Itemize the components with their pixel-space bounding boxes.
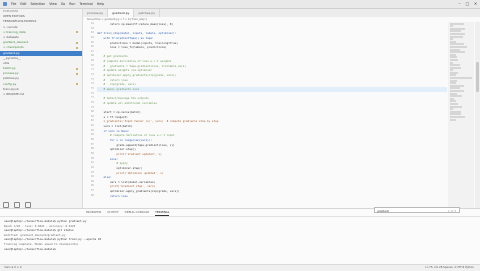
menu-item-go[interactable]: Go: [61, 2, 65, 6]
line-number: 98: [90, 193, 94, 197]
modified-indicator: [76, 31, 78, 34]
terminal[interactable]: user@laptop:~/tensorflow-models$ python …: [0, 217, 480, 251]
menu-item-selection[interactable]: Selection: [31, 2, 46, 6]
menu-item-run[interactable]: Run: [69, 2, 75, 6]
modified-indicator: [76, 67, 78, 70]
panel-tab-terminal[interactable]: TERMINAL: [155, 209, 170, 216]
vertical-scrollbar[interactable]: [475, 22, 480, 208]
maximize-icon[interactable]: □: [465, 1, 470, 6]
panel-tab-output[interactable]: OUTPUT: [107, 209, 118, 216]
minimap[interactable]: [448, 22, 474, 208]
explorer-sidebar: EXPLORER OPEN EDITORS TENSORFLOW-MODELS > .…: [0, 9, 83, 208]
bottom-panel: PROBLEMS OUTPUT DEBUG CONSOLE TERMINAL user…: [0, 208, 480, 271]
close-icon[interactable]: ✕: [473, 1, 478, 6]
scrollbar-thumb[interactable]: [476, 62, 479, 92]
modified-indicator: [76, 83, 78, 86]
status-left[interactable]: main ⊗ 0 ⚠ 0: [4, 265, 22, 271]
modified-indicator: [76, 41, 78, 44]
terminal-line: user@laptop:~/tensorflow-models$: [4, 246, 58, 251]
status-right[interactable]: Ln 75, Col 28 Spaces: 4 UTF-8 Python: [425, 265, 474, 271]
new-file-icon[interactable]: [3, 201, 9, 208]
tab-gradient-py[interactable]: gradient.py: [108, 9, 135, 17]
line-number-gutter: 61 62 63 64 65 66 67 68 69 70 71 72 73 74 75 76 77 78 79 80…: [83, 22, 96, 208]
app-icon: [3, 2, 7, 6]
tab-patches-py[interactable]: patches.py: [134, 9, 160, 17]
code-line[interactable]: return loss: [97, 194, 447, 199]
menu-item-edit[interactable]: Edit: [20, 2, 26, 6]
sidebar-actions: [0, 201, 82, 208]
modified-indicator: [76, 72, 78, 75]
menu-bar: File Edit Selection View Go Run Terminal Help: [0, 0, 104, 8]
menu-item-terminal[interactable]: Terminal: [79, 2, 92, 6]
modified-indicator: [76, 46, 78, 49]
refresh-icon[interactable]: [25, 201, 31, 208]
code-area[interactable]: return np.mean(tf.reduce_mean(loss), 0) d…: [97, 22, 447, 198]
panel-tab-debug-console[interactable]: DEBUG CONSOLE: [125, 209, 150, 216]
explorer-item[interactable]: > README.md: [0, 92, 82, 97]
minimize-icon[interactable]: –: [457, 1, 462, 6]
window-controls: – □ ✕: [457, 1, 478, 6]
find-match-count: 1 of 3: [447, 209, 456, 213]
panel-tab-problems[interactable]: PROBLEMS: [86, 209, 101, 216]
new-folder-icon[interactable]: [14, 201, 20, 208]
menu-item-help[interactable]: Help: [97, 2, 104, 6]
find-input[interactable]: gradient: [377, 209, 389, 213]
tab-process-py[interactable]: process.py: [83, 9, 109, 17]
menu-item-file[interactable]: File: [11, 2, 16, 6]
code-editor[interactable]: 61 62 63 64 65 66 67 68 69 70 71 72 73 74 75 76 77 78 79 80…: [83, 22, 480, 208]
menu-item-view[interactable]: View: [49, 2, 57, 6]
find-widget[interactable]: gradient 1 of 3: [374, 207, 460, 213]
minimap-line: [450, 118, 456, 121]
